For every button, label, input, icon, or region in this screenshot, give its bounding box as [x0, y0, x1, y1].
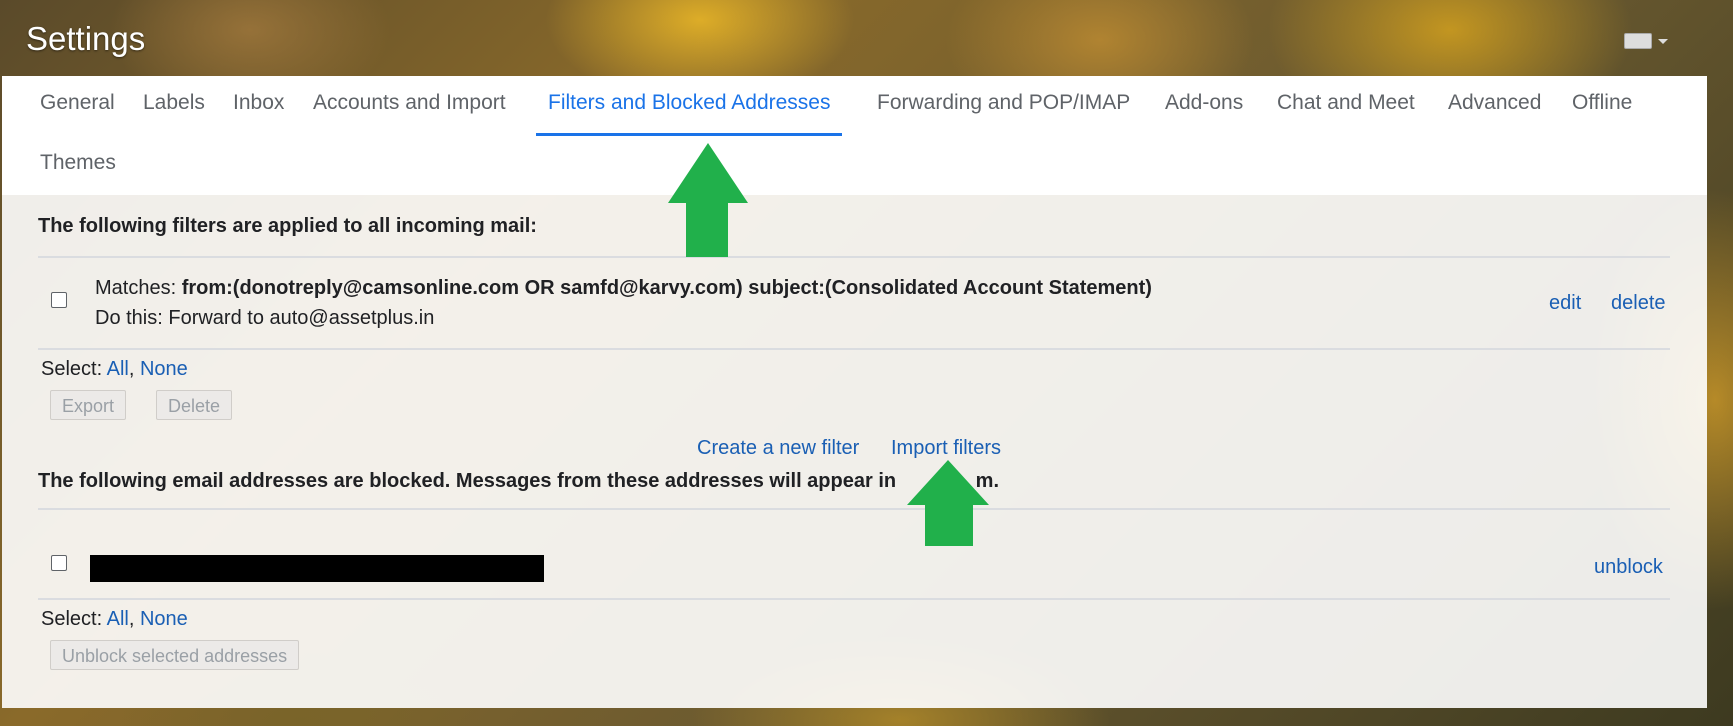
settings-panel: General Labels Inbox Accounts and Import…	[2, 76, 1707, 708]
filters-select-row: Select: All, None	[41, 358, 188, 381]
keyboard-icon	[1624, 33, 1652, 49]
divider	[38, 508, 1670, 510]
create-new-filter-link[interactable]: Create a new filter	[697, 437, 859, 460]
filters-section-title: The following filters are applied to all…	[38, 215, 537, 237]
header: Settings	[0, 0, 1733, 76]
divider	[38, 598, 1670, 600]
tab-forwarding-and-pop-imap[interactable]: Forwarding and POP/IMAP	[865, 76, 1142, 136]
select-all-link[interactable]: All	[107, 358, 129, 380]
export-button[interactable]: Export	[50, 390, 127, 420]
tab-general[interactable]: General	[28, 76, 127, 136]
keyboard-input-toggle[interactable]	[1624, 33, 1668, 49]
tab-labels[interactable]: Labels	[131, 76, 217, 136]
filter-delete-link[interactable]: delete	[1611, 292, 1666, 315]
divider	[38, 348, 1670, 350]
filter-checkbox[interactable]	[51, 292, 67, 308]
tab-themes[interactable]: Themes	[28, 136, 128, 196]
filter-matches-label: Matches:	[95, 277, 182, 299]
tab-inbox[interactable]: Inbox	[221, 76, 296, 136]
filter-matches: Matches: from:(donotreply@camsonline.com…	[95, 277, 1152, 300]
settings-tabs: General Labels Inbox Accounts and Import…	[2, 76, 1707, 195]
blocked-section-title: The following email addresses are blocke…	[38, 470, 999, 493]
unblock-link[interactable]: unblock	[1594, 556, 1663, 579]
blocked-select-row: Select: All, None	[41, 608, 188, 631]
select-label: Select:	[41, 358, 107, 380]
select-separator: ,	[128, 358, 135, 380]
tab-accounts-and-import[interactable]: Accounts and Import	[301, 76, 518, 136]
redacted-blocked-address	[90, 555, 544, 582]
filter-action-value: Forward to auto@assetplus.in	[168, 307, 435, 329]
filter-action-label: Do this:	[95, 307, 169, 329]
tab-filters-and-blocked-addresses[interactable]: Filters and Blocked Addresses	[536, 76, 843, 136]
unblock-selected-button[interactable]: Unblock selected addresses	[50, 640, 300, 670]
delete-button[interactable]: Delete	[156, 390, 233, 420]
tab-offline[interactable]: Offline	[1560, 76, 1644, 136]
select-all-link[interactable]: All	[107, 608, 129, 630]
chevron-down-icon	[1658, 38, 1668, 44]
divider	[38, 256, 1670, 258]
select-separator: ,	[128, 608, 135, 630]
tab-add-ons[interactable]: Add-ons	[1153, 76, 1255, 136]
blocked-address-checkbox[interactable]	[51, 555, 67, 571]
select-none-link[interactable]: None	[140, 608, 188, 630]
blocked-title-start: The following email addresses are blocke…	[38, 470, 902, 492]
page-title: Settings	[26, 20, 146, 57]
import-filters-link[interactable]: Import filters	[891, 437, 1001, 460]
filter-action: Do this: Forward to auto@assetplus.in	[95, 307, 434, 330]
filter-matches-value: from:(donotreply@camsonline.com OR samfd…	[181, 277, 1152, 299]
select-label: Select:	[41, 608, 107, 630]
tab-advanced[interactable]: Advanced	[1436, 76, 1553, 136]
select-none-link[interactable]: None	[140, 358, 188, 380]
filter-edit-link[interactable]: edit	[1549, 292, 1581, 315]
annotation-arrow-up-icon	[907, 460, 989, 546]
tab-chat-and-meet[interactable]: Chat and Meet	[1265, 76, 1427, 136]
annotation-arrow-up-icon	[668, 143, 748, 257]
